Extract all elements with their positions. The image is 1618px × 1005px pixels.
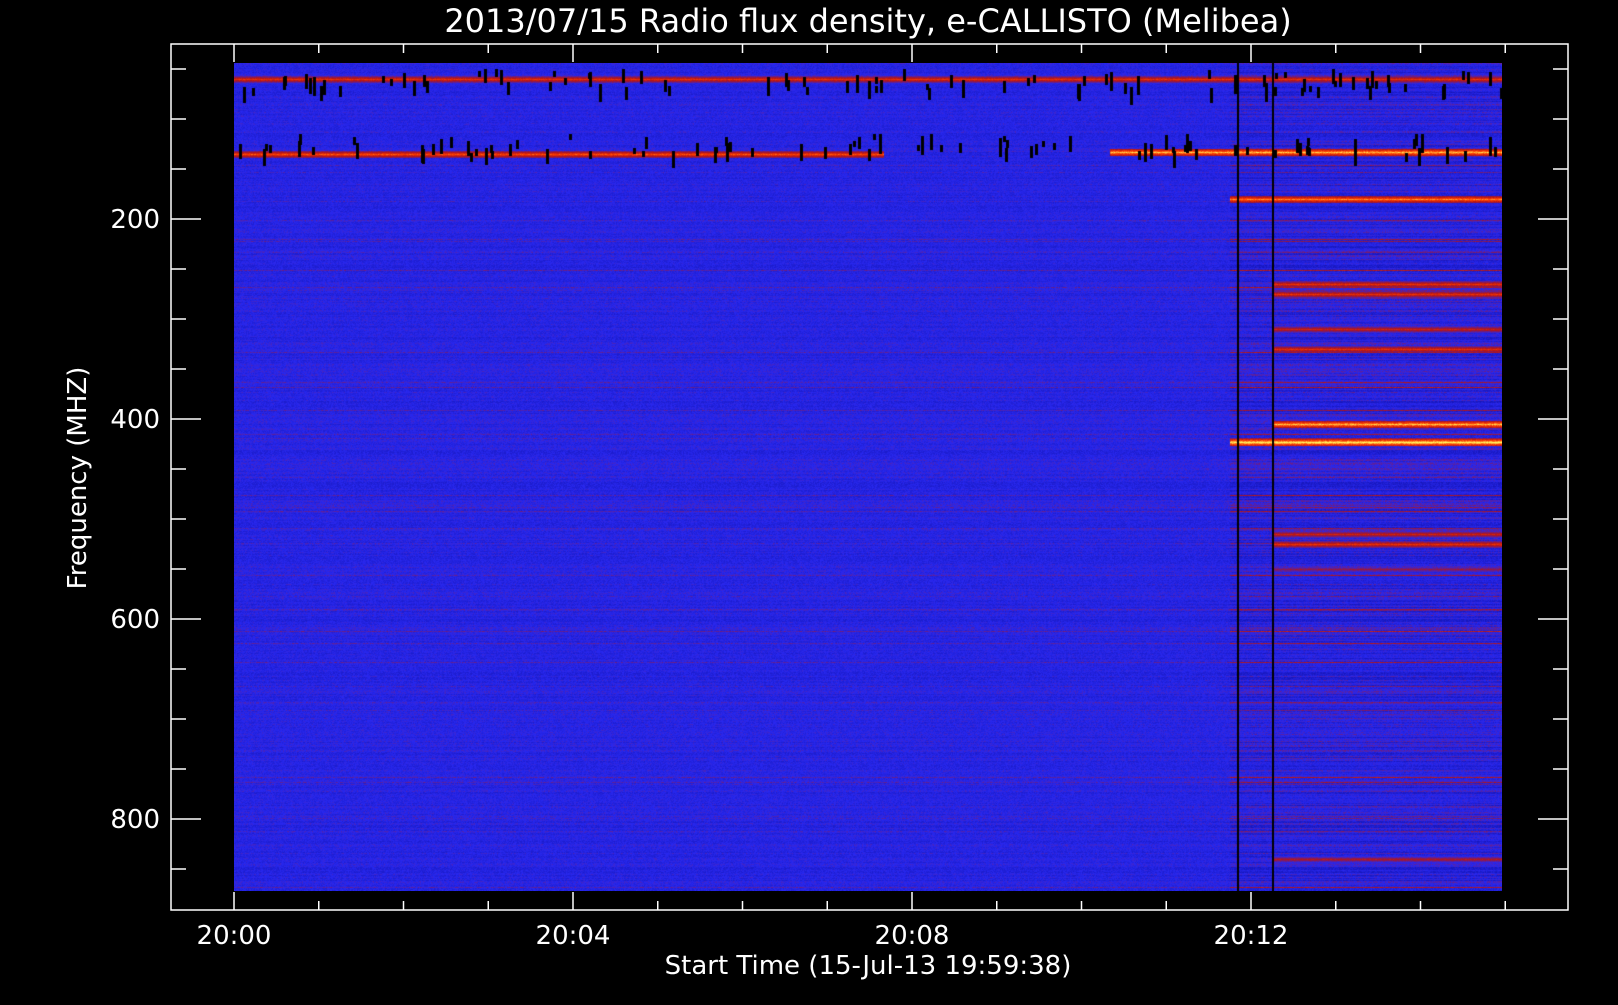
y-axis-tick-labels: 200 400 600 800	[110, 205, 160, 835]
y-tick-label: 200	[110, 205, 160, 235]
y-tick-label: 400	[110, 405, 160, 435]
x-tick-label: 20:08	[875, 921, 950, 951]
x-tick-label: 20:00	[197, 921, 272, 951]
spectrogram-area	[234, 63, 1502, 891]
x-axis-label: Start Time (15-Jul-13 19:59:38)	[665, 951, 1072, 981]
spectrogram-canvas	[234, 63, 1502, 891]
y-tick-label: 600	[110, 605, 160, 635]
x-tick-label: 20:04	[536, 921, 611, 951]
chart-svg: 2013/07/15 Radio flux density, e-CALLIST…	[63, 2, 1569, 981]
y-tick-label: 800	[110, 805, 160, 835]
chart-title: 2013/07/15 Radio flux density, e-CALLIST…	[444, 2, 1291, 40]
spectrogram-figure: 2013/07/15 Radio flux density, e-CALLIST…	[0, 0, 1618, 1000]
x-tick-label: 20:12	[1214, 921, 1289, 951]
x-axis-tick-labels: 20:00 20:04 20:08 20:12	[197, 921, 1289, 951]
y-axis-label: Frequency (MHZ)	[63, 367, 93, 590]
